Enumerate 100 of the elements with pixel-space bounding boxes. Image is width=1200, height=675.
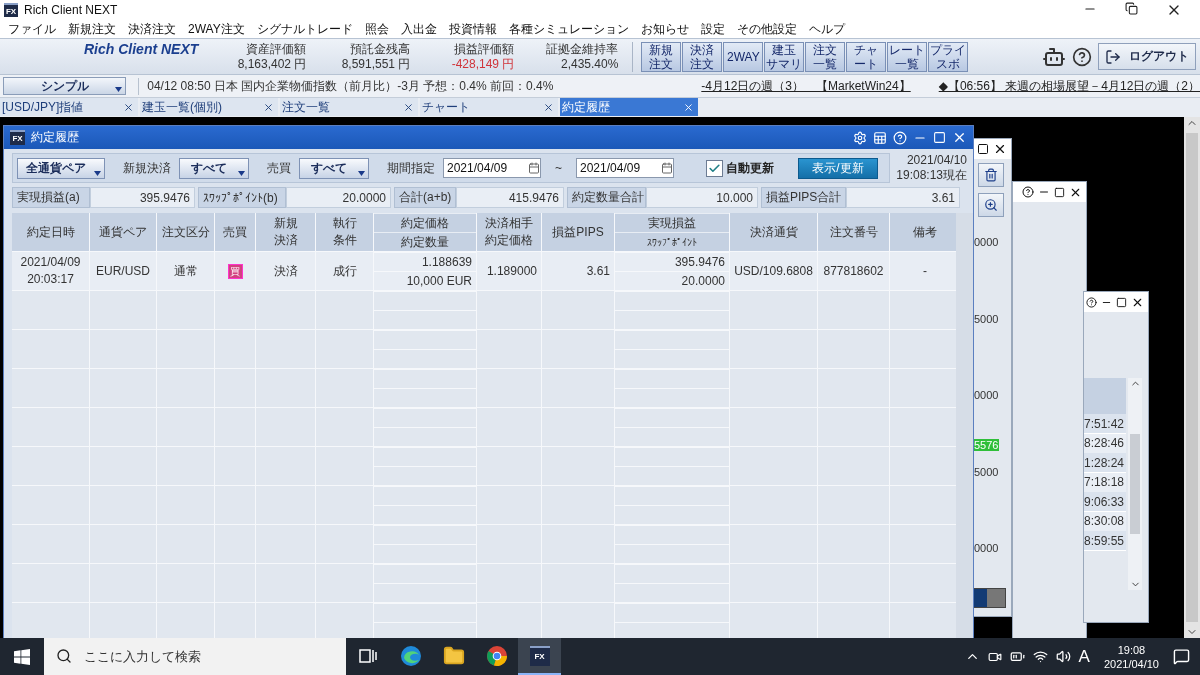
toolbar-button[interactable]: プライ スボ (928, 41, 969, 72)
battery-icon[interactable] (1009, 649, 1025, 664)
settings-icon[interactable] (853, 130, 867, 145)
menu-item[interactable]: 新規注文 (62, 20, 122, 38)
date-field[interactable]: 2021/04/09 (576, 158, 674, 178)
help-icon[interactable] (1086, 296, 1097, 308)
time-cell: 9:06:33 (1084, 492, 1126, 512)
menu-item[interactable]: 照会 (358, 20, 395, 38)
column-header: 約定価格 約定数量 (374, 213, 476, 251)
menu-item[interactable]: シグナルトレード (250, 20, 359, 38)
maximize-icon[interactable] (1054, 186, 1065, 198)
scrollbar[interactable] (956, 213, 973, 638)
filter-dropdown[interactable]: すべて (179, 157, 249, 179)
summary-label: 合計(a+b) (394, 187, 456, 208)
scroll-control[interactable] (972, 588, 1006, 608)
wifi-icon[interactable] (1032, 649, 1048, 664)
maximize-icon[interactable] (977, 143, 989, 155)
close-icon[interactable] (993, 142, 1007, 156)
menu-item[interactable]: お知らせ (634, 20, 695, 38)
ime-indicator[interactable]: A (1078, 646, 1090, 667)
axis-label: 0000 (973, 389, 1000, 401)
date-field[interactable]: 2021/04/09 (443, 158, 541, 178)
column-header: 約定日時 (12, 213, 89, 251)
delete-button[interactable] (978, 163, 1004, 187)
scrollbar[interactable] (1128, 378, 1142, 590)
filter-dropdown[interactable]: すべて (299, 157, 369, 179)
menu-item[interactable]: 決済注文 (122, 20, 182, 38)
window-title: Rich Client NEXT (24, 3, 118, 17)
toolbar-button[interactable]: レート 一覧 (887, 41, 928, 72)
toolbar-button[interactable]: 2WAY (723, 41, 764, 72)
column-header: 損益PIPS (542, 213, 614, 251)
logout-icon[interactable] (1105, 48, 1121, 65)
logout-button[interactable]: ログアウト (1098, 43, 1196, 70)
logo: Rich Client NEXT (84, 40, 199, 57)
close-icon[interactable] (952, 130, 967, 145)
calendar-icon[interactable] (661, 162, 673, 174)
mode-dropdown[interactable]: シンプル (3, 77, 127, 95)
calendar-icon[interactable] (528, 162, 540, 174)
refresh-button[interactable]: 表示/更新 (798, 157, 878, 179)
toolbar-button[interactable]: 新規 注文 (641, 41, 682, 72)
maximize-icon[interactable] (1116, 296, 1127, 308)
app-icon: FX (10, 130, 25, 145)
column-header: 新規 決済 (256, 213, 315, 251)
notification-icon[interactable] (1173, 648, 1190, 665)
table-cell: 成行 (316, 252, 373, 290)
time-cell: 7:51:42 (1084, 414, 1126, 434)
app-taskbar-button[interactable]: FX (518, 638, 561, 675)
caret-icon (94, 170, 101, 176)
column-header: 注文番号 (818, 213, 889, 251)
summary-label: 約定数量合計 (567, 187, 646, 208)
menu-item[interactable]: ファイル (2, 20, 62, 38)
table-cell: 1.188639 (374, 252, 476, 271)
table-cell: 20.0000 (615, 271, 729, 290)
tab[interactable]: 建玉一覧(個別) (140, 98, 278, 116)
currency-dropdown[interactable]: 全通貨ペア (17, 157, 105, 179)
toolbar-button[interactable]: 決済 注文 (682, 41, 723, 72)
search-icon (56, 648, 72, 664)
tab[interactable]: [USD/JPY]指値 (0, 98, 138, 116)
zoom-button[interactable] (978, 193, 1004, 217)
table-cell: EUR/USD (90, 252, 156, 290)
tab[interactable]: チャート (420, 98, 558, 116)
menu-item[interactable]: 入出金 (394, 20, 443, 38)
table-cell: USD/109.6808 (730, 252, 817, 290)
menu-item[interactable]: 各種シミュレーション (502, 20, 635, 38)
metric-value: 2,435.40% (560, 56, 619, 72)
news-link[interactable]: -4月12日の週（3） 【MarketWin24】 (701, 77, 911, 95)
app-icon: FX (4, 3, 18, 17)
table-cell: 3.61 (542, 252, 614, 290)
clock[interactable]: 19:08 2021/04/10 (1103, 642, 1159, 671)
news-link[interactable]: ◆【06:56】 来週の相場展望－4月12日の週（2） (938, 77, 1200, 95)
checkbox[interactable] (706, 159, 723, 177)
toolbar-button[interactable]: 注文 一覧 (805, 41, 846, 72)
table-cell: 395.9476 (615, 252, 729, 271)
table-cell: 10,000 EUR (374, 271, 476, 290)
tab[interactable]: 注文一覧 (280, 98, 418, 116)
menu-item[interactable]: その他設定 (730, 20, 803, 38)
menu-item[interactable]: 2WAY注文 (182, 20, 251, 38)
spreadsheet-icon[interactable] (873, 130, 887, 145)
caret-icon (115, 87, 123, 92)
metric-label: 資産評価額 (246, 41, 307, 57)
volume-icon[interactable] (1055, 649, 1071, 664)
menu-item[interactable]: 設定 (694, 20, 731, 38)
tab[interactable]: 約定履歴 (560, 98, 698, 116)
menu-item[interactable]: ヘルプ (802, 20, 851, 38)
checkbox-label: 自動更新 (726, 159, 774, 177)
close-icon[interactable] (403, 101, 414, 113)
time-cell: 8:28:46 (1084, 433, 1126, 454)
summary-value: 3.61 (846, 187, 960, 208)
help-icon[interactable] (1022, 186, 1034, 198)
search-field[interactable]: ここに入力して検索 (44, 638, 346, 675)
toolbar-button[interactable]: 建玉 サマリ (764, 41, 805, 72)
help-icon[interactable] (1072, 46, 1092, 67)
close-icon[interactable] (543, 101, 554, 113)
close-icon[interactable] (123, 101, 134, 113)
toolbar-button[interactable]: チャ ート (846, 41, 887, 72)
column-header: 決済相手 約定価格 (477, 213, 541, 251)
restore-icon[interactable] (1125, 2, 1138, 18)
close-icon[interactable] (263, 101, 274, 113)
summary-label: ｽﾜｯﾌﾟﾎﾟｲﾝﾄ(b) (198, 187, 286, 208)
menu-item[interactable]: 投資情報 (442, 20, 503, 38)
